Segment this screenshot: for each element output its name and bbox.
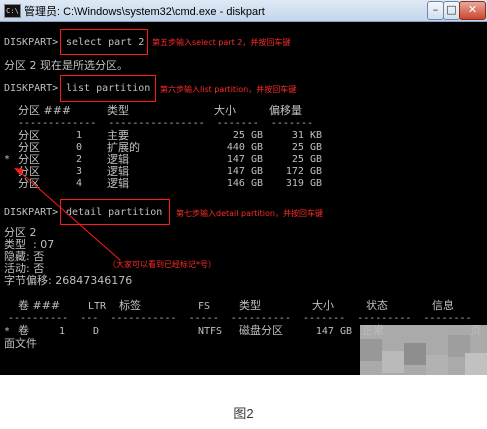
vol-cell: 卷: [18, 324, 29, 337]
cmd-window: C:\ 管理员: C:\Windows\system32\cmd.exe - d…: [0, 0, 487, 375]
vol-header-status: 状态: [366, 299, 388, 312]
vol-info-wrap: 面文件: [4, 337, 37, 350]
vol-header-ltr: LTR: [88, 301, 107, 312]
watermark-blur: [360, 325, 487, 375]
vol-header-fs: FS: [198, 301, 211, 312]
figure-caption: 图2: [233, 406, 254, 421]
title-bar[interactable]: C:\ 管理员: C:\Windows\system32\cmd.exe - d…: [0, 0, 487, 22]
vol-header-info: 信息: [432, 299, 454, 312]
vol-type: 磁盘分区: [239, 324, 283, 337]
maximize-button[interactable]: □: [443, 1, 460, 20]
console-output[interactable]: DISKPART> select part 2 第五步输入select part…: [0, 22, 487, 375]
vol-header-label: 标签: [119, 299, 141, 312]
vol-ltr: D: [93, 326, 100, 337]
vol-header-size: 大小: [312, 299, 334, 312]
vol-num: 1: [59, 326, 66, 337]
vol-fs: NTFS: [198, 326, 223, 337]
window-title: 管理员: C:\Windows\system32\cmd.exe - diskp…: [24, 6, 265, 18]
vol-header-vol: 卷 ###: [18, 299, 61, 312]
close-button[interactable]: ✕: [459, 1, 486, 20]
vol-header-type: 类型: [239, 299, 261, 312]
minimize-button[interactable]: –: [427, 1, 444, 20]
vol-size: 147 GB: [315, 326, 352, 337]
cmd-app-icon: C:\: [4, 4, 21, 18]
